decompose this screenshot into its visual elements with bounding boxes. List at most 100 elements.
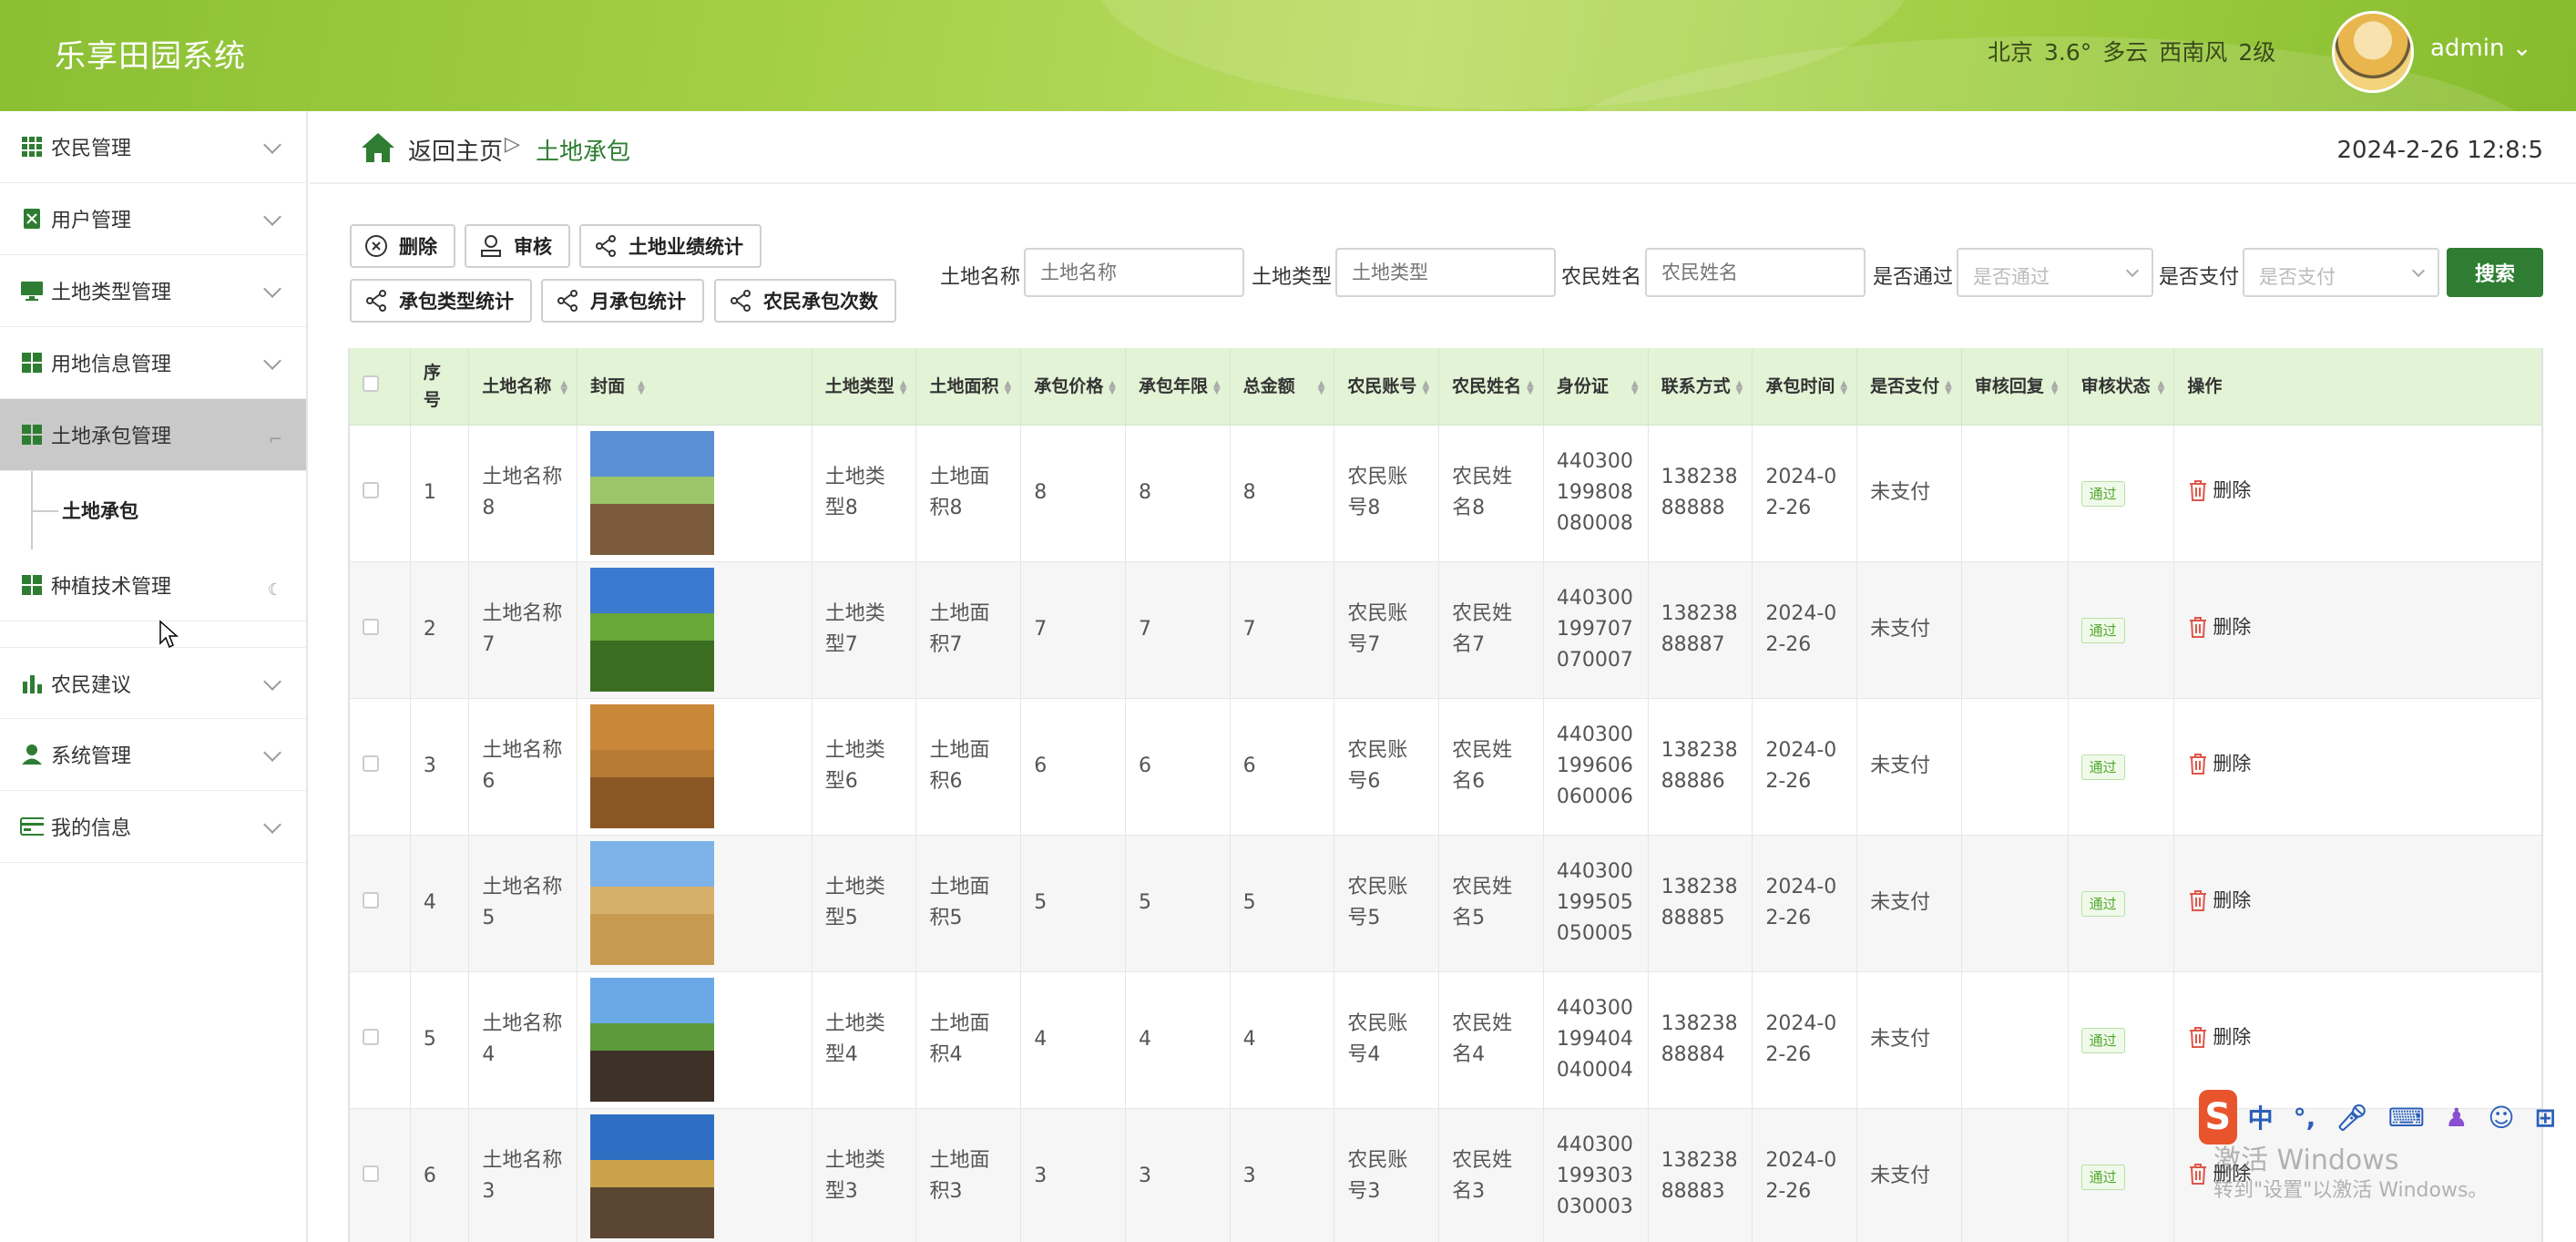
land-name-input[interactable] [1024, 248, 1244, 297]
row-select[interactable] [350, 1108, 411, 1242]
avatar[interactable] [2332, 11, 2414, 93]
cell-time: 2024-02-26 [1752, 698, 1858, 836]
cell-id-card: 440300199404040004 [1543, 971, 1649, 1109]
sidebar-item-planting-tech[interactable]: 种植技术管理 ☾ [0, 549, 306, 621]
header-years[interactable]: 承包年限 ▲ ▼ [1125, 348, 1231, 426]
passed-label: 是否通过 [1873, 266, 1954, 289]
header-paid[interactable]: 是否支付 ▲ ▼ [1856, 348, 1962, 426]
game-icon[interactable]: ☺︎ [2488, 1103, 2514, 1133]
row-select[interactable] [350, 835, 411, 972]
sort-icon[interactable]: ▲ ▼ [1945, 380, 1952, 396]
sidebar-item-land-info[interactable]: 用地信息管理 [0, 327, 306, 399]
home-icon[interactable] [360, 131, 396, 168]
user-menu[interactable]: admin ⌄ [2430, 35, 2532, 62]
row-delete-button[interactable]: 删除 [2187, 475, 2251, 506]
sort-icon[interactable]: ▲ ▼ [900, 380, 907, 396]
paid-select[interactable]: 是否支付 [2243, 248, 2439, 297]
row-checkbox[interactable] [363, 1165, 379, 1182]
cell-actions: 删除 [2173, 561, 2541, 699]
cover-image[interactable] [590, 841, 715, 965]
sort-icon[interactable]: ▲ ▼ [2051, 380, 2059, 396]
cover-image[interactable] [590, 431, 715, 555]
land-type-input[interactable] [1335, 248, 1556, 297]
row-delete-button[interactable]: 删除 [2187, 611, 2251, 642]
type-stats-button[interactable]: 承包类型统计 [350, 279, 532, 323]
sogou-logo-icon[interactable]: S [2199, 1090, 2237, 1144]
header-id-card[interactable]: 身份证 ▲ ▼ [1543, 348, 1649, 426]
row-select[interactable] [350, 698, 411, 836]
header-contact[interactable]: 联系方式 ▲ ▼ [1648, 348, 1753, 426]
cell-years: 4 [1125, 971, 1231, 1109]
sidebar-subitem-land-contract[interactable]: 土地承包 [0, 471, 306, 549]
cell-total: 7 [1230, 561, 1335, 699]
row-select[interactable] [350, 425, 411, 562]
toolbox-icon[interactable]: ⊞ [2535, 1103, 2556, 1133]
sort-icon[interactable]: ▲ ▼ [1109, 380, 1116, 396]
sidebar-item-users[interactable]: 用户管理 [0, 183, 306, 255]
sort-icon[interactable]: ▲ ▼ [1422, 380, 1429, 396]
keyboard-icon[interactable]: ⌨︎ [2388, 1103, 2425, 1133]
month-stats-button[interactable]: 月承包统计 [541, 279, 704, 323]
sort-icon[interactable]: ▲ ▼ [1736, 380, 1743, 396]
delete-button[interactable]: 删除 [350, 224, 455, 268]
sidebar-item-suggestions[interactable]: 农民建议 [0, 647, 306, 719]
row-delete-button[interactable]: 删除 [2187, 885, 2251, 916]
row-delete-button[interactable]: 删除 [2187, 748, 2251, 779]
land-stats-button[interactable]: 土地业绩统计 [579, 224, 762, 268]
sort-icon[interactable]: ▲ ▼ [2158, 380, 2165, 396]
sort-icon[interactable]: ▲ ▼ [1005, 380, 1012, 396]
microphone-icon[interactable]: 🎤︎ [2336, 1103, 2368, 1133]
sidebar-item-my-info[interactable]: 我的信息 [0, 791, 306, 863]
sort-icon[interactable]: ▲ ▼ [638, 380, 645, 396]
sort-icon[interactable]: ▲ ▼ [1840, 380, 1847, 396]
header-status[interactable]: 审核状态 ▲ ▼ [2068, 348, 2175, 426]
farmer-count-button[interactable]: 农民承包次数 [714, 279, 896, 323]
header-land-name[interactable]: 土地名称 ▲ ▼ [468, 348, 578, 426]
header-select-all[interactable] [350, 348, 411, 426]
farmer-name-input[interactable] [1645, 248, 1866, 297]
cover-image[interactable] [590, 978, 715, 1102]
row-checkbox[interactable] [363, 755, 379, 772]
cell-contact: 13823888884 [1648, 971, 1753, 1109]
sort-icon[interactable]: ▲ ▼ [1213, 380, 1221, 396]
review-button[interactable]: 审核 [465, 224, 570, 268]
search-button[interactable]: 搜索 [2447, 248, 2543, 297]
ime-language[interactable]: 中 [2248, 1099, 2274, 1135]
row-checkbox[interactable] [363, 482, 379, 498]
breadcrumb-home[interactable]: 返回主页 [408, 133, 503, 167]
header-farmer-account[interactable]: 农民账号 ▲ ▼ [1334, 348, 1440, 426]
cell-paid: 未支付 [1856, 425, 1962, 562]
ime-punctuation[interactable]: °, [2294, 1103, 2316, 1133]
passed-select[interactable]: 是否通过 [1957, 248, 2153, 297]
sidebar-item-land-contract[interactable]: 土地承包管理 ⌐ [0, 399, 306, 471]
skin-icon[interactable]: ♟︎ [2445, 1103, 2468, 1133]
header-cover[interactable]: 封面 ▲ ▼ [577, 348, 813, 426]
sidebar-item-farmers[interactable]: 农民管理 [0, 111, 306, 183]
cell-contact: 13823888888 [1648, 425, 1753, 562]
header-price[interactable]: 承包价格 ▲ ▼ [1020, 348, 1126, 426]
header-land-area[interactable]: 土地面积 ▲ ▼ [915, 348, 1022, 426]
row-checkbox[interactable] [363, 892, 379, 908]
cover-image[interactable] [590, 568, 715, 692]
cover-image[interactable] [590, 704, 715, 828]
header-land-type[interactable]: 土地类型 ▲ ▼ [812, 348, 917, 426]
cell-price: 6 [1020, 698, 1126, 836]
row-checkbox[interactable] [363, 619, 379, 635]
row-select[interactable] [350, 561, 411, 699]
row-checkbox[interactable] [363, 1029, 379, 1045]
sort-icon[interactable]: ▲ ▼ [1527, 380, 1534, 396]
header-time[interactable]: 承包时间 ▲ ▼ [1752, 348, 1858, 426]
sort-icon[interactable]: ▲ ▼ [1318, 380, 1325, 396]
header-farmer-name[interactable]: 农民姓名 ▲ ▼ [1438, 348, 1544, 426]
row-select[interactable] [350, 971, 411, 1109]
cover-image[interactable] [590, 1114, 715, 1238]
sort-icon[interactable]: ▲ ▼ [560, 380, 567, 396]
row-delete-button[interactable]: 删除 [2187, 1021, 2251, 1052]
sort-icon[interactable]: ▲ ▼ [1631, 380, 1639, 396]
header-total[interactable]: 总金额 ▲ ▼ [1230, 348, 1335, 426]
sidebar-item-system[interactable]: 系统管理 [0, 719, 306, 791]
select-all-checkbox[interactable] [363, 375, 379, 392]
sidebar-item-land-types[interactable]: 土地类型管理 [0, 255, 306, 327]
header-reply[interactable]: 审核回复 ▲ ▼ [1961, 348, 2069, 426]
trash-icon [2190, 889, 2207, 911]
